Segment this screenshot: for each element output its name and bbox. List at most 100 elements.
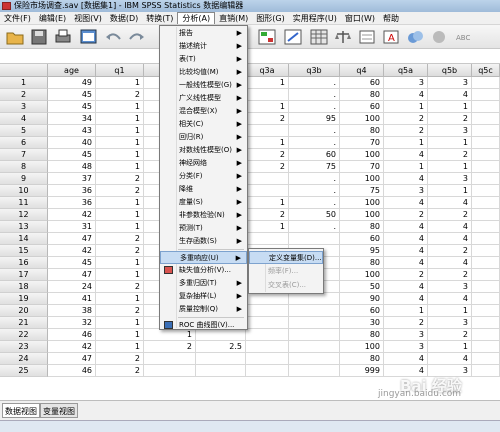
cell-age[interactable]: 45 — [48, 101, 96, 113]
row-number[interactable]: 11 — [0, 197, 48, 209]
analyze-menu-item[interactable]: ROC 曲线图(V)... — [160, 319, 247, 332]
cell-q5b[interactable]: 4 — [428, 89, 472, 101]
cell-age[interactable]: 45 — [48, 257, 96, 269]
cell-q5c[interactable] — [472, 77, 500, 89]
cell-q3a[interactable]: 2 — [246, 161, 289, 173]
cell-q5a[interactable]: 4 — [384, 197, 428, 209]
cell-age[interactable]: 45 — [48, 149, 96, 161]
cell-age[interactable]: 31 — [48, 221, 96, 233]
cell-age[interactable]: 47 — [48, 269, 96, 281]
cell-q4[interactable]: 60 — [340, 101, 384, 113]
analyze-menu-item[interactable]: 描述统计 ▶ — [160, 40, 247, 53]
row-number[interactable]: 13 — [0, 221, 48, 233]
cell-q3b[interactable]: 50 — [289, 209, 340, 221]
cell-q5b[interactable]: 2 — [428, 269, 472, 281]
cell-q3b[interactable]: . — [289, 173, 340, 185]
cell-q3b[interactable] — [289, 233, 340, 245]
cell-q4[interactable]: 100 — [340, 173, 384, 185]
cell-q3b[interactable]: . — [289, 185, 340, 197]
cell-q5b[interactable]: 1 — [428, 341, 472, 353]
cell-q1[interactable]: 1 — [96, 209, 144, 221]
cell-q5a[interactable]: 1 — [384, 305, 428, 317]
analyze-menu-item[interactable]: 非参数检验(N) ▶ — [160, 209, 247, 222]
row-number[interactable]: 16 — [0, 257, 48, 269]
analyze-menu-item[interactable]: 比较均值(M) ▶ — [160, 66, 247, 79]
dialog-recall-icon[interactable] — [80, 29, 98, 45]
cell-q5b[interactable]: 1 — [428, 101, 472, 113]
cell-q5a[interactable]: 1 — [384, 101, 428, 113]
cell-q1[interactable]: 1 — [96, 269, 144, 281]
cell-q5c[interactable] — [472, 209, 500, 221]
cell-q5b[interactable]: 1 — [428, 137, 472, 149]
select-cases-icon[interactable] — [358, 29, 376, 45]
cell-age[interactable]: 42 — [48, 209, 96, 221]
analyze-menu-item[interactable]: 多重响应(U) ▶ — [160, 251, 247, 264]
cell-q5c[interactable] — [472, 281, 500, 293]
analyze-menu-item[interactable]: 质量控制(Q) ▶ — [160, 303, 247, 316]
row-number[interactable]: 15 — [0, 245, 48, 257]
cell-q5a[interactable]: 4 — [384, 353, 428, 365]
cell-q3a[interactable]: 1 — [246, 221, 289, 233]
cell-q4[interactable]: 80 — [340, 353, 384, 365]
cell-q5c[interactable] — [472, 365, 500, 377]
row-number[interactable]: 14 — [0, 233, 48, 245]
cell-q3a[interactable]: 1 — [246, 101, 289, 113]
menu-data[interactable]: 数据(D) — [106, 12, 142, 24]
cell-q5a[interactable]: 4 — [384, 221, 428, 233]
column-header-age[interactable]: age — [48, 64, 96, 77]
cell-q4[interactable]: 75 — [340, 185, 384, 197]
cell-q2[interactable]: 2 — [144, 341, 196, 353]
cell-q5a[interactable]: 4 — [384, 149, 428, 161]
analyze-menu-item[interactable]: 多重归因(T) ▶ — [160, 277, 247, 290]
open-folder-icon[interactable] — [6, 29, 24, 45]
cell-age[interactable]: 37 — [48, 173, 96, 185]
analyze-menu-item[interactable]: 一般线性模型(G) ▶ — [160, 79, 247, 92]
cell-q3a[interactable] — [246, 353, 289, 365]
cell-q5c[interactable] — [472, 305, 500, 317]
cell-q1[interactable]: 1 — [96, 149, 144, 161]
row-number[interactable]: 22 — [0, 329, 48, 341]
cell-q4[interactable]: 95 — [340, 245, 384, 257]
analyze-menu-item[interactable]: 度量(S) ▶ — [160, 196, 247, 209]
cell-q1[interactable]: 2 — [96, 245, 144, 257]
cell-q3b[interactable] — [289, 341, 340, 353]
cell-q5b[interactable]: 2 — [428, 245, 472, 257]
column-header-q1[interactable]: q1 — [96, 64, 144, 77]
row-number[interactable]: 1 — [0, 77, 48, 89]
cell-q1[interactable]: 2 — [96, 89, 144, 101]
column-header-q3b[interactable]: q3b — [289, 64, 340, 77]
cell-q1[interactable]: 1 — [96, 101, 144, 113]
cell-q5b[interactable]: 4 — [428, 197, 472, 209]
cell-q5a[interactable]: 4 — [384, 233, 428, 245]
analyze-menu-item[interactable]: 报告 ▶ — [160, 27, 247, 40]
cell-q5b[interactable]: 3 — [428, 173, 472, 185]
cell-age[interactable]: 42 — [48, 341, 96, 353]
cell-q5a[interactable]: 3 — [384, 185, 428, 197]
row-number[interactable]: 21 — [0, 317, 48, 329]
row-number[interactable]: 12 — [0, 209, 48, 221]
cell-q3b[interactable] — [289, 305, 340, 317]
cell-q5c[interactable] — [472, 341, 500, 353]
cell-q5b[interactable]: 4 — [428, 293, 472, 305]
cell-q5b[interactable]: 3 — [428, 77, 472, 89]
cell-q3a[interactable]: 2 — [246, 113, 289, 125]
row-number[interactable]: 7 — [0, 149, 48, 161]
cell-q3a[interactable]: 1 — [246, 137, 289, 149]
insert-cases-icon[interactable] — [258, 29, 276, 45]
cell-q3b[interactable] — [289, 365, 340, 377]
cell-q3[interactable] — [196, 353, 246, 365]
cell-age[interactable]: 40 — [48, 137, 96, 149]
analyze-menu-item[interactable]: 分类(F) ▶ — [160, 170, 247, 183]
analyze-menu-item[interactable]: 表(T) ▶ — [160, 53, 247, 66]
print-icon[interactable] — [54, 29, 72, 45]
cell-q5b[interactable]: 4 — [428, 353, 472, 365]
cell-q1[interactable]: 1 — [96, 113, 144, 125]
row-number[interactable]: 3 — [0, 101, 48, 113]
cell-q3b[interactable]: . — [289, 137, 340, 149]
cell-q4[interactable]: 100 — [340, 113, 384, 125]
cell-q3b[interactable] — [289, 293, 340, 305]
cell-q1[interactable]: 2 — [96, 173, 144, 185]
column-header-q4[interactable]: q4 — [340, 64, 384, 77]
cell-q4[interactable]: 90 — [340, 293, 384, 305]
cell-q3b[interactable]: 75 — [289, 161, 340, 173]
